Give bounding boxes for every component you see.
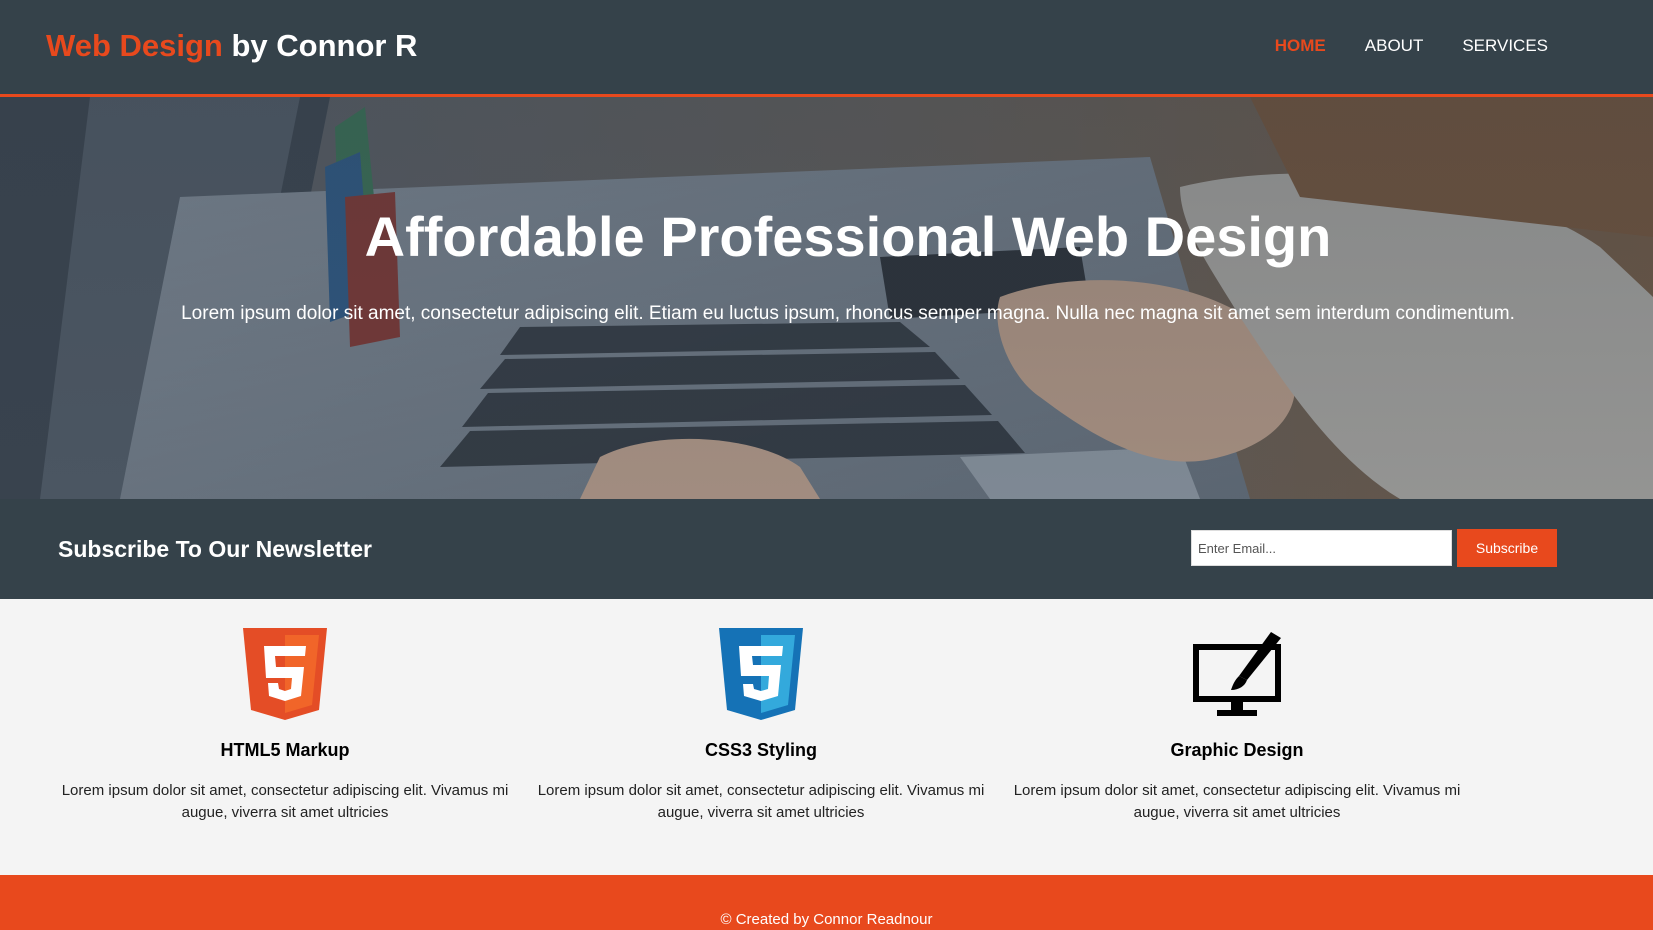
hero-title: Affordable Professional Web Design (364, 205, 1332, 268)
hero-showcase: Affordable Professional Web Design Lorem… (0, 97, 1653, 499)
email-input[interactable] (1191, 530, 1452, 566)
subscribe-button[interactable]: Subscribe (1457, 529, 1557, 567)
page: Web Design by Connor R HOME ABOUT SERVIC… (0, 0, 1653, 930)
site-header: Web Design by Connor R HOME ABOUT SERVIC… (0, 0, 1653, 97)
service-text-graphic-design: Lorem ipsum dolor sit amet, consectetur … (1013, 782, 1461, 821)
service-box-html5: HTML5 Markup Lorem ipsum dolor sit amet,… (47, 628, 523, 824)
hero-text: Lorem ipsum dolor sit amet, consectetur … (181, 303, 1515, 324)
service-title-html5: HTML5 Markup (220, 740, 350, 760)
service-box-css3: CSS3 Styling Lorem ipsum dolor sit amet,… (523, 628, 999, 824)
newsletter-heading: Subscribe To Our Newsletter (58, 536, 372, 562)
brand-highlight: Web Design (46, 28, 223, 63)
html5-icon (47, 628, 523, 720)
main-nav: HOME ABOUT SERVICES (1275, 36, 1548, 56)
services-boxes: HTML5 Markup Lorem ipsum dolor sit amet,… (0, 599, 1653, 875)
nav-about-link[interactable]: ABOUT (1365, 36, 1424, 56)
service-title-graphic-design: Graphic Design (1170, 740, 1304, 760)
hero-background-image (0, 97, 1653, 499)
service-box-graphic-design: Graphic Design Lorem ipsum dolor sit ame… (999, 628, 1475, 824)
nav-services-link[interactable]: SERVICES (1462, 36, 1548, 56)
site-footer: © Created by Connor Readnour (0, 875, 1653, 930)
nav-home-link[interactable]: HOME (1275, 36, 1326, 56)
service-title-css3: CSS3 Styling (704, 740, 818, 760)
brand-name: by Connor R (222, 28, 418, 63)
graphic-design-icon (999, 628, 1475, 720)
css3-icon (523, 628, 999, 720)
footer-copyright: © Created by Connor Readnour (720, 911, 933, 928)
service-text-css3: Lorem ipsum dolor sit amet, consectetur … (537, 782, 985, 821)
brand-logo[interactable]: Web Design by Connor R (46, 28, 417, 64)
service-text-html5: Lorem ipsum dolor sit amet, consectetur … (61, 782, 509, 821)
newsletter-section: Subscribe To Our Newsletter Subscribe (0, 499, 1653, 599)
